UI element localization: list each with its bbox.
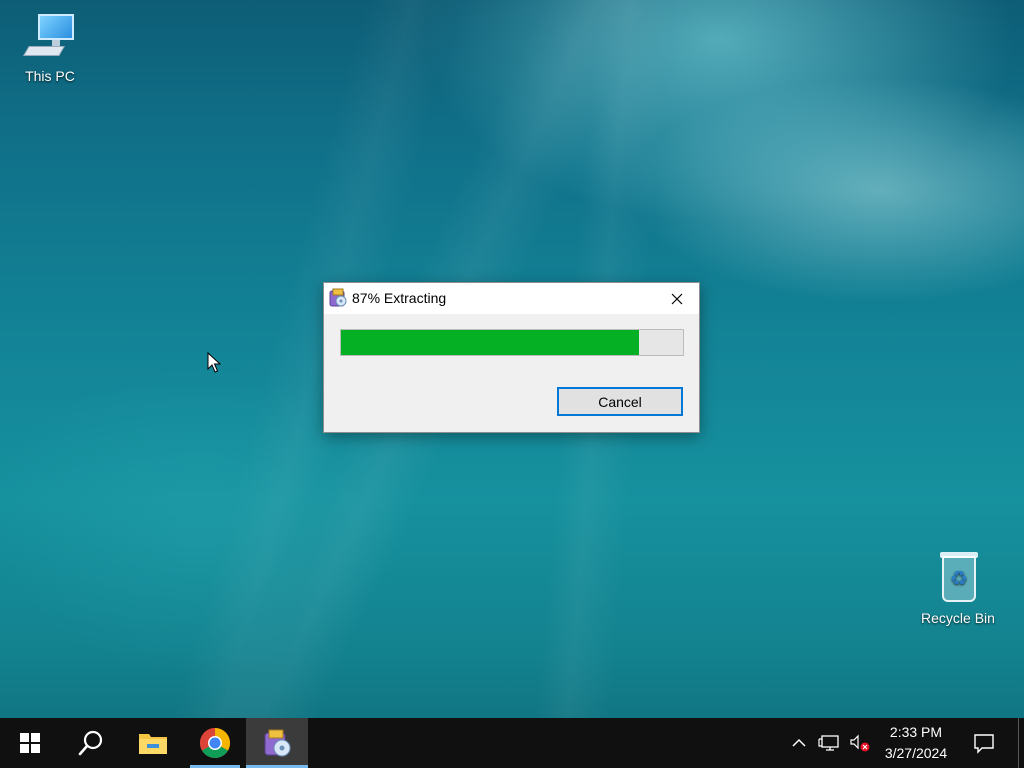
progress-bar (340, 329, 684, 356)
volume-muted-icon (850, 734, 870, 752)
winrar-icon (264, 729, 291, 757)
taskbar-winrar[interactable] (246, 718, 308, 768)
extract-progress-dialog: 87% Extracting Cancel (323, 282, 700, 433)
desktop-icon-label: This PC (25, 68, 75, 84)
chevron-up-icon (792, 738, 806, 747)
action-center-button[interactable] (962, 718, 1006, 768)
dialog-titlebar[interactable]: 87% Extracting (324, 283, 699, 314)
taskbar: 2:33 PM 3/27/2024 (0, 718, 1024, 768)
chrome-icon (199, 728, 231, 759)
desktop-icon-label: Recycle Bin (921, 610, 995, 626)
close-icon (671, 293, 683, 304)
close-button[interactable] (655, 283, 699, 314)
desktop-icon-recycle-bin[interactable]: ♻ Recycle Bin (918, 552, 998, 626)
taskbar-chrome[interactable] (184, 718, 246, 768)
clock-date: 3/27/2024 (884, 745, 948, 761)
this-pc-icon (22, 10, 78, 66)
notification-icon (974, 734, 994, 754)
mouse-cursor-icon (207, 352, 221, 373)
network-icon (818, 735, 839, 751)
progress-bar-fill (341, 330, 639, 355)
clock-time: 2:33 PM (889, 724, 943, 740)
show-desktop-button[interactable] (1018, 718, 1024, 768)
windows-logo-icon (20, 733, 40, 753)
volume-button[interactable] (846, 718, 874, 768)
show-hidden-icons-button[interactable] (786, 718, 812, 768)
network-button[interactable] (814, 718, 844, 768)
taskbar-file-explorer[interactable] (122, 718, 184, 768)
search-icon (78, 730, 103, 756)
folder-icon (139, 734, 167, 754)
dialog-title: 87% Extracting (352, 290, 447, 306)
desktop-icon-this-pc[interactable]: This PC (10, 10, 90, 84)
recycle-bin-icon: ♻ (930, 552, 986, 608)
cancel-button[interactable]: Cancel (557, 387, 683, 416)
winrar-icon (329, 288, 347, 307)
search-button[interactable] (60, 718, 122, 768)
start-button[interactable] (0, 718, 60, 768)
system-clock[interactable]: 2:33 PM 3/27/2024 (876, 722, 956, 764)
